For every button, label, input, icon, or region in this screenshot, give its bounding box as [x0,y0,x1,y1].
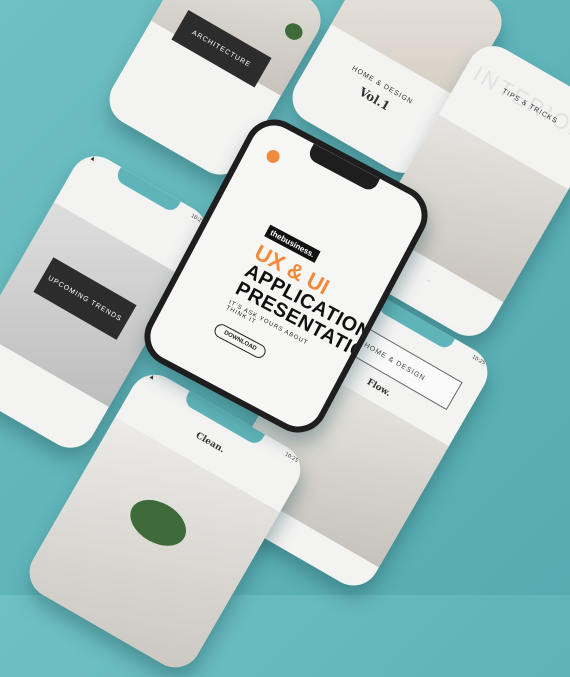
ampersand-room-photo [20,417,280,677]
flow-title: Flow. [364,377,393,399]
time-label: 10:25 [470,354,487,367]
signal-icon: ▲ [148,373,156,381]
signal-icon: ▲ [89,155,97,163]
home-design-label-2: HOME & DESIGN [363,341,427,383]
accent-dot [264,147,282,166]
status-bar: ▲ 10:25 [89,155,206,227]
mockup-stage: ARCHITECTURE HOME & DESIGN Vol.1 INTERIO… [0,0,570,677]
clean-title: Clean. [193,430,227,456]
